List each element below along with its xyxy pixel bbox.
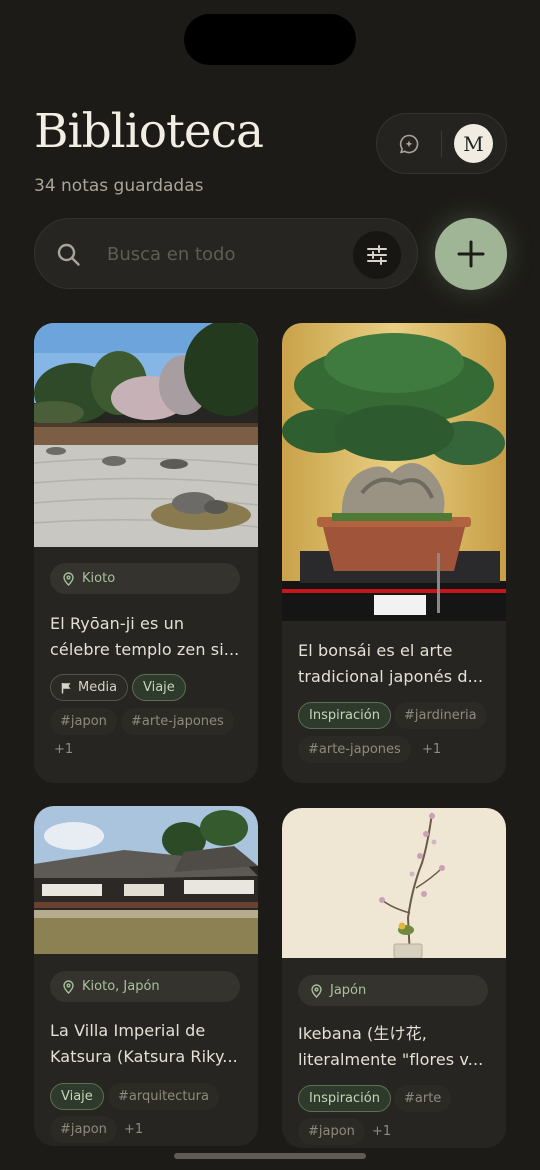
note-excerpt: Ikebana (生け花, literalmente "flores v... <box>298 1021 494 1073</box>
note-excerpt-line2: Katsura (Katsura Riky... <box>50 1047 238 1066</box>
more-tags[interactable]: +1 <box>120 1116 147 1143</box>
page-title: Biblioteca <box>34 104 264 159</box>
note-card-ikebana[interactable]: Japón Ikebana (生け花, literalmente "flores… <box>282 808 506 1148</box>
note-card-ryoanji[interactable]: Kioto El Ryōan-ji es un célebre templo z… <box>34 323 258 783</box>
note-excerpt-line1: La Villa Imperial de <box>50 1021 206 1040</box>
ikebana-image <box>282 808 506 958</box>
category-chip[interactable]: Inspiración <box>298 1085 391 1112</box>
note-excerpt-line1: Ikebana (生け花, <box>298 1024 427 1043</box>
search-input[interactable] <box>107 235 337 273</box>
tag-chip[interactable]: #arte <box>394 1085 452 1112</box>
location-badge: Kioto, Japón <box>50 971 240 1002</box>
sliders-icon <box>367 245 387 265</box>
katsura-villa-image <box>34 806 258 954</box>
note-excerpt-line2: célebre templo zen si... <box>50 640 240 659</box>
tag-chip[interactable]: #japon <box>298 1118 365 1145</box>
chat-button[interactable] <box>377 114 441 173</box>
more-tags[interactable]: +1 <box>418 736 445 763</box>
tag-chip[interactable]: #arte-japones <box>298 736 411 763</box>
tag-chip[interactable]: #arquitectura <box>108 1083 219 1110</box>
note-excerpt-line1: El bonsái es el arte <box>298 641 453 660</box>
plus-icon <box>457 240 485 268</box>
search-icon <box>57 243 80 266</box>
add-note-button[interactable] <box>435 218 507 290</box>
zen-garden-image <box>34 323 258 547</box>
note-excerpt-line1: El Ryōan-ji es un <box>50 614 185 633</box>
search-bar <box>34 218 418 289</box>
more-tags[interactable]: +1 <box>50 736 77 763</box>
header-divider <box>441 130 442 157</box>
tag-chip[interactable]: #japon <box>50 708 117 735</box>
note-excerpt-line2: literalmente "flores v... <box>298 1050 484 1069</box>
header-actions: M <box>376 113 507 174</box>
media-chip[interactable]: Media <box>50 674 129 701</box>
chat-sparkle-icon <box>399 134 419 153</box>
notes-count: 34 notas guardadas <box>34 176 204 196</box>
note-excerpt: La Villa Imperial de Katsura (Katsura Ri… <box>50 1018 246 1070</box>
flag-icon <box>61 682 71 693</box>
category-chip[interactable]: Inspiración <box>298 702 391 729</box>
filter-button[interactable] <box>353 231 401 279</box>
location-pin-icon <box>63 571 74 586</box>
bonsai-image <box>282 323 506 621</box>
location-text: Kioto, Japón <box>82 979 160 994</box>
note-excerpt: El bonsái es el arte tradicional japonés… <box>298 638 494 690</box>
location-pin-icon <box>311 983 322 998</box>
category-chip[interactable]: Viaje <box>132 674 186 701</box>
avatar[interactable]: M <box>454 124 493 163</box>
location-pin-icon <box>63 979 74 994</box>
note-excerpt-line2: tradicional japonés d... <box>298 667 484 686</box>
dynamic-island <box>184 14 356 65</box>
note-excerpt: El Ryōan-ji es un célebre templo zen si.… <box>50 611 246 663</box>
location-badge: Japón <box>298 975 488 1006</box>
location-badge: Kioto <box>50 563 240 594</box>
tag-chip[interactable]: #jardineria <box>394 702 487 729</box>
location-text: Japón <box>330 983 367 998</box>
tag-chip[interactable]: #japon <box>50 1116 117 1143</box>
home-indicator[interactable] <box>174 1153 366 1159</box>
note-card-katsura[interactable]: Kioto, Japón La Villa Imperial de Katsur… <box>34 806 258 1146</box>
more-tags[interactable]: +1 <box>368 1118 395 1145</box>
tag-chip[interactable]: #arte-japones <box>121 708 234 735</box>
location-text: Kioto <box>82 571 116 586</box>
note-card-bonsai[interactable]: El bonsái es el arte tradicional japonés… <box>282 323 506 783</box>
category-chip[interactable]: Viaje <box>50 1083 104 1110</box>
